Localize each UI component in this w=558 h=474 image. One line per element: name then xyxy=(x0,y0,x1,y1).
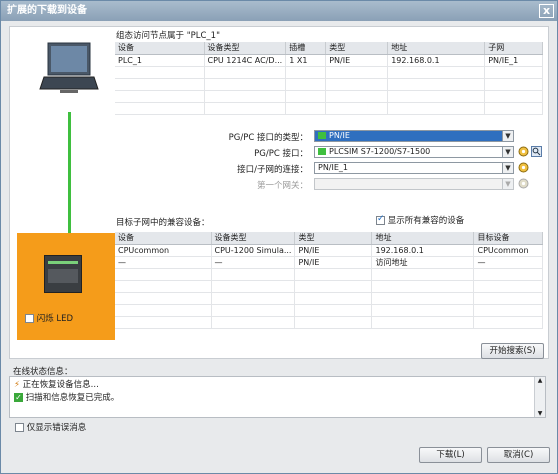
connection-value: PN/IE_1 xyxy=(318,163,349,172)
col-device: 设备 xyxy=(115,232,212,245)
col-type: 类型 xyxy=(294,232,373,245)
config-table: 设备 设备类型 插槽 类型 地址 子网 PLC_1 CPU 1214C AC/D… xyxy=(115,42,543,115)
table-row-empty xyxy=(115,280,543,293)
plc-device-icon xyxy=(44,255,82,293)
table-row-empty xyxy=(115,66,543,79)
col-device: 设备 xyxy=(115,42,205,55)
show-all-label: 显示所有兼容的设备 xyxy=(387,216,465,226)
interface-label: PG/PC 接口： xyxy=(254,149,308,159)
interface-select[interactable]: PLCSIM S7-1200/S7-1500 ▼ xyxy=(314,146,514,158)
cell: PN/IE xyxy=(294,256,373,269)
col-type: 类型 xyxy=(325,42,389,55)
cell: CPU 1214C AC/D... xyxy=(204,54,287,67)
status-message: ✓ 扫描和信息恢复已完成。 xyxy=(14,393,120,403)
cell: — xyxy=(473,256,543,269)
search-icon[interactable] xyxy=(531,146,542,157)
cancel-button[interactable]: 取消(C) xyxy=(487,447,550,463)
gateway-select: ▼ xyxy=(314,178,514,190)
table-row-empty xyxy=(115,316,543,329)
cell: 192.168.0.1 xyxy=(371,244,475,257)
connection-label: 接口/子网的连接： xyxy=(237,165,308,175)
status-scrollbar[interactable]: ▲ ▼ xyxy=(534,377,545,417)
table-row-empty xyxy=(115,102,543,115)
cell: — xyxy=(211,256,296,269)
download-dialog: 扩展的下载到设备 x 组态访问节点属于 "PLC_1" 设备 设备类型 插槽 类… xyxy=(0,0,558,474)
checkbox-icon[interactable] xyxy=(15,423,24,432)
chevron-down-icon[interactable]: ▼ xyxy=(502,163,513,173)
cell: PLC_1 xyxy=(115,54,205,67)
cell: — xyxy=(115,256,212,269)
download-button[interactable]: 下载(L) xyxy=(419,447,482,463)
checkbox-icon[interactable] xyxy=(376,214,385,225)
status-log: ⚡ 正在恢复设备信息... ✓ 扫描和信息恢复已完成。 ▲ ▼ xyxy=(9,376,546,418)
properties-icon[interactable] xyxy=(518,162,529,173)
only-errors-checkbox[interactable]: 仅显示错误消息 xyxy=(15,421,86,433)
cell: PN/IE xyxy=(325,54,389,67)
success-icon: ✓ xyxy=(14,393,23,402)
status-message: ⚡ 正在恢复设备信息... xyxy=(14,380,99,390)
info-icon: ⚡ xyxy=(14,380,20,390)
table-row-empty xyxy=(115,90,543,103)
window-title: 扩展的下载到设备 xyxy=(7,5,87,16)
target-section-label: 目标子网中的兼容设备： xyxy=(116,218,210,228)
flash-led-checkbox[interactable]: 闪烁 LED xyxy=(25,312,73,324)
interface-type-value: PN/IE xyxy=(329,131,350,140)
table-row-empty xyxy=(115,304,543,317)
main-panel: 组态访问节点属于 "PLC_1" 设备 设备类型 插槽 类型 地址 子网 PLC… xyxy=(9,26,549,359)
scroll-up-icon[interactable]: ▲ xyxy=(535,377,545,384)
cell: PN/IE_1 xyxy=(484,54,543,67)
table-row-empty xyxy=(115,292,543,305)
col-address: 地址 xyxy=(371,232,475,245)
col-slot: 插槽 xyxy=(285,42,327,55)
col-device-type: 设备类型 xyxy=(204,42,287,55)
interface-value: PLCSIM S7-1200/S7-1500 xyxy=(329,147,431,156)
cell: CPUcommon xyxy=(115,244,212,257)
chevron-down-icon: ▼ xyxy=(502,179,513,189)
only-errors-label: 仅显示错误消息 xyxy=(26,423,87,433)
interface-type-select[interactable]: PN/IE ▼ xyxy=(314,130,514,142)
pg-laptop-icon xyxy=(39,42,99,93)
interface-type-label: PG/PC 接口的类型： xyxy=(228,133,308,143)
col-target-device: 目标设备 xyxy=(473,232,543,245)
table-row-empty xyxy=(115,268,543,281)
scroll-down-icon[interactable]: ▼ xyxy=(535,410,545,417)
cell: 访问地址 xyxy=(371,256,475,269)
table-row-empty xyxy=(115,78,543,91)
table-row[interactable]: CPUcommon CPU-1200 Simula... PN/IE 192.1… xyxy=(115,244,543,257)
cell: CPU-1200 Simula... xyxy=(211,244,296,257)
show-all-devices-checkbox[interactable]: 显示所有兼容的设备 xyxy=(376,214,464,226)
cell: 192.168.0.1 xyxy=(387,54,486,67)
title-bar: 扩展的下载到设备 x xyxy=(1,1,557,21)
start-search-button[interactable]: 开始搜索(S) xyxy=(481,343,544,359)
table-row[interactable]: — — PN/IE 访问地址 — xyxy=(115,256,543,269)
table-row[interactable]: PLC_1 CPU 1214C AC/D... 1 X1 PN/IE 192.1… xyxy=(115,54,543,67)
col-address: 地址 xyxy=(387,42,486,55)
col-subnet: 子网 xyxy=(484,42,543,55)
cell: 1 X1 xyxy=(285,54,327,67)
target-plc-panel: 闪烁 LED xyxy=(17,233,115,340)
network-icon xyxy=(318,132,326,139)
connection-select[interactable]: PN/IE_1 ▼ xyxy=(314,162,514,174)
chevron-down-icon[interactable]: ▼ xyxy=(502,131,513,141)
chevron-down-icon[interactable]: ▼ xyxy=(502,147,513,157)
col-device-type: 设备类型 xyxy=(211,232,296,245)
checkbox-icon[interactable] xyxy=(25,314,34,323)
flash-led-label: 闪烁 LED xyxy=(36,314,74,324)
plcsim-icon xyxy=(318,148,326,155)
properties-icon xyxy=(518,178,529,189)
gateway-label: 第一个网关： xyxy=(256,181,308,191)
properties-icon[interactable] xyxy=(518,146,529,157)
close-button[interactable]: x xyxy=(539,4,554,18)
cell: PN/IE xyxy=(294,244,373,257)
config-section-label: 组态访问节点属于 "PLC_1" xyxy=(116,31,220,41)
cell: CPUcommon xyxy=(473,244,543,257)
target-devices-table: 设备 设备类型 类型 地址 目标设备 CPUcommon CPU-1200 Si… xyxy=(115,232,543,329)
